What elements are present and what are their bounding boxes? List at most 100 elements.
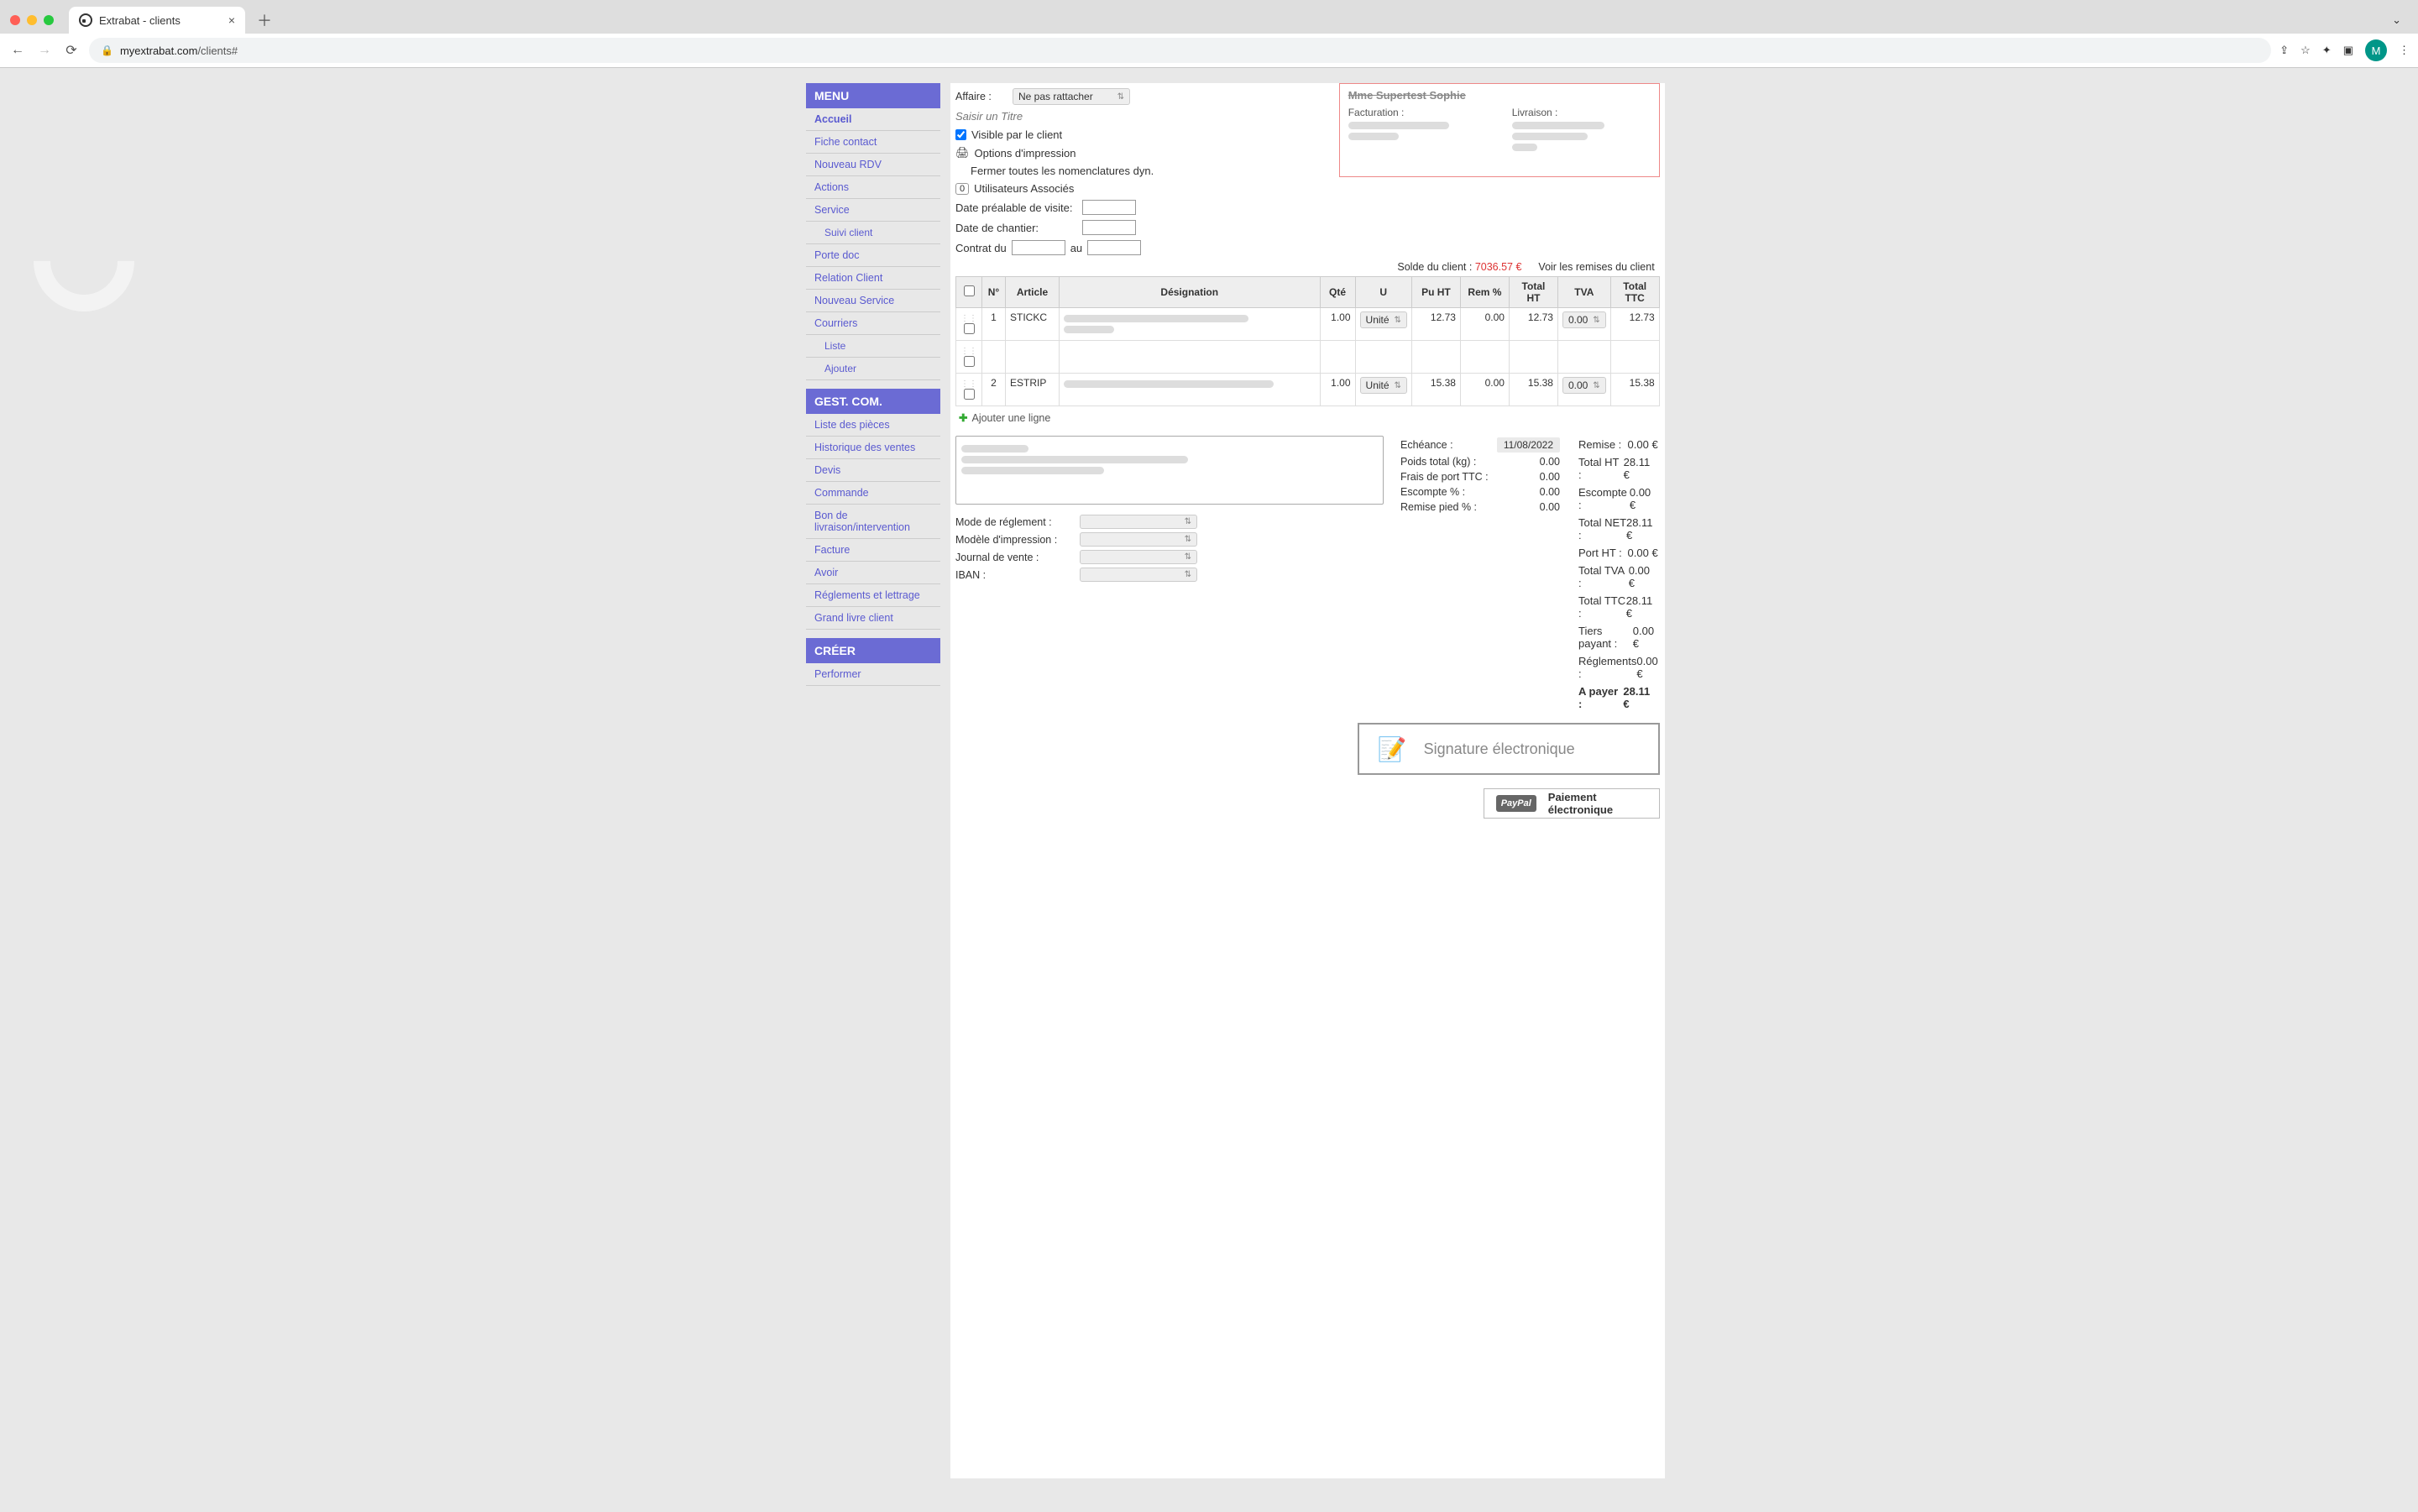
tot-remise-label: Remise : xyxy=(1578,438,1621,451)
tot-reglement-label: Réglements : xyxy=(1578,655,1636,680)
cell-designation[interactable] xyxy=(1060,374,1321,406)
cell-rem[interactable]: 0.00 xyxy=(1460,374,1509,406)
modele-impression-select[interactable] xyxy=(1080,532,1197,547)
sidebar-item-grand-livre[interactable]: Grand livre client xyxy=(806,607,940,630)
cell-tva[interactable]: 0.00 xyxy=(1557,308,1610,341)
close-nomenclatures-link[interactable]: Fermer toutes les nomenclatures dyn. xyxy=(971,165,1154,177)
cell-article[interactable]: ESTRIP xyxy=(1006,374,1060,406)
extensions-icon[interactable]: ✦ xyxy=(2322,44,2332,57)
tot-remise-value: 0.00 € xyxy=(1628,438,1658,451)
table-row-empty[interactable]: ⋮⋮ xyxy=(956,341,1660,374)
cell-u[interactable]: Unité xyxy=(1355,374,1411,406)
row-checkbox[interactable] xyxy=(964,356,975,367)
window-controls[interactable] xyxy=(10,15,54,25)
chevron-down-icon[interactable]: ⌄ xyxy=(2392,13,2401,27)
date-previsit-input[interactable] xyxy=(1082,200,1136,215)
cell-qte[interactable]: 1.00 xyxy=(1320,308,1355,341)
sidebar-item-ajouter[interactable]: Ajouter xyxy=(806,358,940,380)
cell-puht[interactable]: 15.38 xyxy=(1411,374,1460,406)
tot-port-value: 0.00 € xyxy=(1628,547,1658,559)
contrat-start-input[interactable] xyxy=(1012,240,1065,255)
sidebar-item-facture[interactable]: Facture xyxy=(806,539,940,562)
cell-totalttc: 15.38 xyxy=(1610,374,1659,406)
sidebar-item-bon-livraison[interactable]: Bon de livraison/intervention xyxy=(806,505,940,539)
table-row[interactable]: ⋮⋮ 1 STICKC 1.00 Unité 12.73 0.00 12.73 … xyxy=(956,308,1660,341)
sidebar-item-liste[interactable]: Liste xyxy=(806,335,940,358)
close-tab-icon[interactable]: × xyxy=(228,13,235,27)
bookmark-icon[interactable]: ☆ xyxy=(2300,44,2311,57)
cell-article[interactable]: STICKC xyxy=(1006,308,1060,341)
escompte-pct-value[interactable]: 0.00 xyxy=(1540,486,1560,498)
echeance-value[interactable]: 11/08/2022 xyxy=(1497,437,1560,453)
add-line-button[interactable]: ✚ Ajouter une ligne xyxy=(955,406,1660,429)
tot-ttc-label: Total TTC : xyxy=(1578,594,1626,620)
date-chantier-input[interactable] xyxy=(1082,220,1136,235)
cell-designation[interactable] xyxy=(1060,308,1321,341)
drag-handle-icon[interactable]: ⋮⋮ xyxy=(960,314,977,323)
cell-tva[interactable]: 0.00 xyxy=(1557,374,1610,406)
sidebar-item-service[interactable]: Service xyxy=(806,199,940,222)
row-checkbox[interactable] xyxy=(964,323,975,334)
lock-icon: 🔒 xyxy=(101,44,113,56)
sidebar-item-avoir[interactable]: Avoir xyxy=(806,562,940,584)
affaire-select[interactable]: Ne pas rattacher xyxy=(1013,88,1130,105)
tot-ttc-value: 28.11 € xyxy=(1626,594,1658,620)
remise-pied-value[interactable]: 0.00 xyxy=(1540,501,1560,513)
billing-label: Facturation : xyxy=(1348,107,1487,118)
url-field[interactable]: 🔒 myextrabat.com/clients# xyxy=(89,38,2271,63)
close-window[interactable] xyxy=(10,15,20,25)
sidebar-item-commande[interactable]: Commande xyxy=(806,482,940,505)
contrat-end-input[interactable] xyxy=(1087,240,1141,255)
share-icon[interactable]: ⇪ xyxy=(2279,44,2289,57)
sidebar-item-courriers[interactable]: Courriers xyxy=(806,312,940,335)
back-button[interactable]: ← xyxy=(8,43,27,58)
sidebar-item-relation-client[interactable]: Relation Client xyxy=(806,267,940,290)
visible-label: Visible par le client xyxy=(971,128,1062,141)
sidebar-item-suivi-client[interactable]: Suivi client xyxy=(806,222,940,244)
sidebar-item-accueil[interactable]: Accueil xyxy=(806,108,940,131)
minimize-window[interactable] xyxy=(27,15,37,25)
sidepanel-icon[interactable]: ▣ xyxy=(2343,44,2353,57)
iban-label: IBAN : xyxy=(955,569,1073,581)
view-discounts-link[interactable]: Voir les remises du client xyxy=(1538,261,1654,273)
sidebar-item-historique-ventes[interactable]: Historique des ventes xyxy=(806,437,940,459)
client-info-box: Mme Supertest Sophie Facturation : Livra… xyxy=(1339,83,1660,177)
sidebar-item-liste-pieces[interactable]: Liste des pièces xyxy=(806,414,940,437)
reload-button[interactable]: ⟳ xyxy=(62,42,81,59)
cell-n: 1 xyxy=(982,308,1006,341)
signature-button[interactable]: 📝 Signature électronique xyxy=(1358,723,1660,775)
journal-vente-select[interactable] xyxy=(1080,550,1197,564)
browser-tab[interactable]: Extrabat - clients × xyxy=(69,7,245,34)
sidebar-item-performer[interactable]: Performer xyxy=(806,663,940,686)
cell-puht[interactable]: 12.73 xyxy=(1411,308,1460,341)
row-checkbox[interactable] xyxy=(964,389,975,400)
visible-checkbox[interactable] xyxy=(955,129,966,140)
new-tab-button[interactable]: ＋ xyxy=(257,9,272,31)
profile-avatar[interactable]: M xyxy=(2365,39,2387,61)
select-all-checkbox[interactable] xyxy=(964,285,975,296)
sidebar-item-porte-doc[interactable]: Porte doc xyxy=(806,244,940,267)
maximize-window[interactable] xyxy=(44,15,54,25)
tot-reglement-value: 0.00 € xyxy=(1636,655,1657,680)
sidebar-item-reglements[interactable]: Réglements et lettrage xyxy=(806,584,940,607)
tot-escompte-label: Escompte : xyxy=(1578,486,1630,511)
kebab-menu-icon[interactable]: ⋮ xyxy=(2399,44,2410,57)
cell-qte[interactable]: 1.00 xyxy=(1320,374,1355,406)
iban-select[interactable] xyxy=(1080,568,1197,582)
main-content: Mme Supertest Sophie Facturation : Livra… xyxy=(950,83,1665,1478)
drag-handle-icon[interactable]: ⋮⋮ xyxy=(960,379,977,389)
sidebar-item-devis[interactable]: Devis xyxy=(806,459,940,482)
electronic-payment-button[interactable]: PayPal Paiement électronique xyxy=(1484,788,1660,819)
frais-port-value[interactable]: 0.00 xyxy=(1540,471,1560,483)
print-options-link[interactable]: Options d'impression xyxy=(975,147,1076,160)
sidebar-item-nouveau-rdv[interactable]: Nouveau RDV xyxy=(806,154,940,176)
drag-handle-icon[interactable]: ⋮⋮ xyxy=(960,347,977,356)
sidebar-item-fiche-contact[interactable]: Fiche contact xyxy=(806,131,940,154)
cell-u[interactable]: Unité xyxy=(1355,308,1411,341)
mode-reglement-select[interactable] xyxy=(1080,515,1197,529)
sidebar-item-nouveau-service[interactable]: Nouveau Service xyxy=(806,290,940,312)
sidebar-item-actions[interactable]: Actions xyxy=(806,176,940,199)
table-row[interactable]: ⋮⋮ 2 ESTRIP 1.00 Unité 15.38 0.00 15.38 … xyxy=(956,374,1660,406)
cell-rem[interactable]: 0.00 xyxy=(1460,308,1509,341)
notes-textarea[interactable] xyxy=(955,436,1384,505)
